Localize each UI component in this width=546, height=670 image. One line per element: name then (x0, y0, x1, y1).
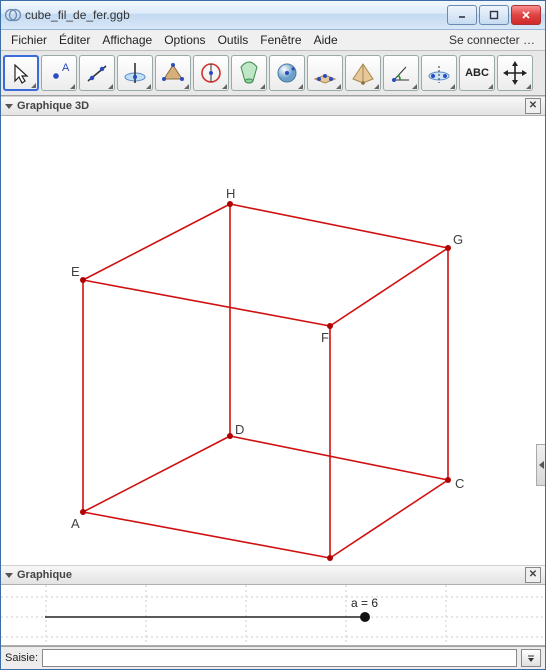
command-input[interactable] (42, 649, 517, 667)
chevron-left-icon (539, 461, 544, 469)
panel-close-graph[interactable]: ✕ (525, 567, 541, 583)
line-tool[interactable] (79, 55, 115, 91)
vertex-label-g: G (453, 232, 463, 247)
plane-points-tool[interactable] (307, 55, 343, 91)
point-tool[interactable]: A (41, 55, 77, 91)
toolbar: A ABC (1, 51, 545, 96)
angle-tool[interactable] (383, 55, 419, 91)
svg-text:A: A (62, 62, 70, 74)
circle-tool[interactable] (193, 55, 229, 91)
slider-handle[interactable] (360, 612, 370, 622)
window-title: cube_fil_de_fer.ggb (25, 8, 447, 22)
panel-header-graph[interactable]: Graphique ✕ (1, 565, 545, 585)
window-buttons (447, 5, 541, 25)
minimize-button[interactable] (447, 5, 477, 25)
perpendicular-tool[interactable] (117, 55, 153, 91)
menu-options[interactable]: Options (158, 31, 211, 49)
panel-header-3d[interactable]: Graphique 3D ✕ (1, 96, 545, 116)
menu-affichage[interactable]: Affichage (96, 31, 158, 49)
move-view-tool[interactable] (497, 55, 533, 91)
graphics-view[interactable]: a = 6 (1, 585, 545, 646)
vertex-label-a: A (71, 516, 80, 531)
menu-fichier[interactable]: Fichier (5, 31, 53, 49)
close-button[interactable] (511, 5, 541, 25)
reflect-tool[interactable] (421, 55, 457, 91)
input-bar: Saisie: (1, 646, 545, 669)
panel-title-3d: Graphique 3D (17, 100, 525, 112)
sign-in-link[interactable]: Se connecter … (443, 31, 541, 49)
conic-tool[interactable] (231, 55, 267, 91)
slider-label: a = 6 (351, 596, 378, 610)
text-tool[interactable]: ABC (459, 55, 495, 91)
menubar: Fichier Éditer Affichage Options Outils … (1, 30, 545, 51)
graphics3d-view[interactable]: A B C D E F G H (1, 116, 545, 565)
vertex-label-b: B (325, 562, 334, 565)
input-history-button[interactable] (521, 649, 541, 667)
vertex-label-h: H (226, 186, 235, 201)
panel-close-3d[interactable]: ✕ (525, 98, 541, 114)
titlebar: cube_fil_de_fer.ggb (1, 1, 545, 30)
vertex-label-c: C (455, 476, 464, 491)
app-window: cube_fil_de_fer.ggb Fichier Éditer Affic… (0, 0, 546, 670)
polygon-tool[interactable] (155, 55, 191, 91)
input-label: Saisie: (5, 652, 38, 664)
menu-fenetre[interactable]: Fenêtre (254, 31, 307, 49)
arrow-tool[interactable] (3, 55, 39, 91)
collapse-icon (5, 104, 13, 109)
menu-editer[interactable]: Éditer (53, 31, 96, 49)
vertex-label-d: D (235, 422, 244, 437)
maximize-button[interactable] (479, 5, 509, 25)
menu-outils[interactable]: Outils (212, 31, 255, 49)
sphere-tool[interactable] (269, 55, 305, 91)
collapse-icon (5, 573, 13, 578)
vertex-label-f: F (321, 330, 329, 345)
vertex-label-e: E (71, 264, 80, 279)
menu-aide[interactable]: Aide (308, 31, 344, 49)
pyramid-tool[interactable] (345, 55, 381, 91)
app-icon (5, 7, 21, 23)
panel-title-graph: Graphique (17, 569, 525, 581)
side-expand-tab[interactable] (536, 444, 545, 486)
